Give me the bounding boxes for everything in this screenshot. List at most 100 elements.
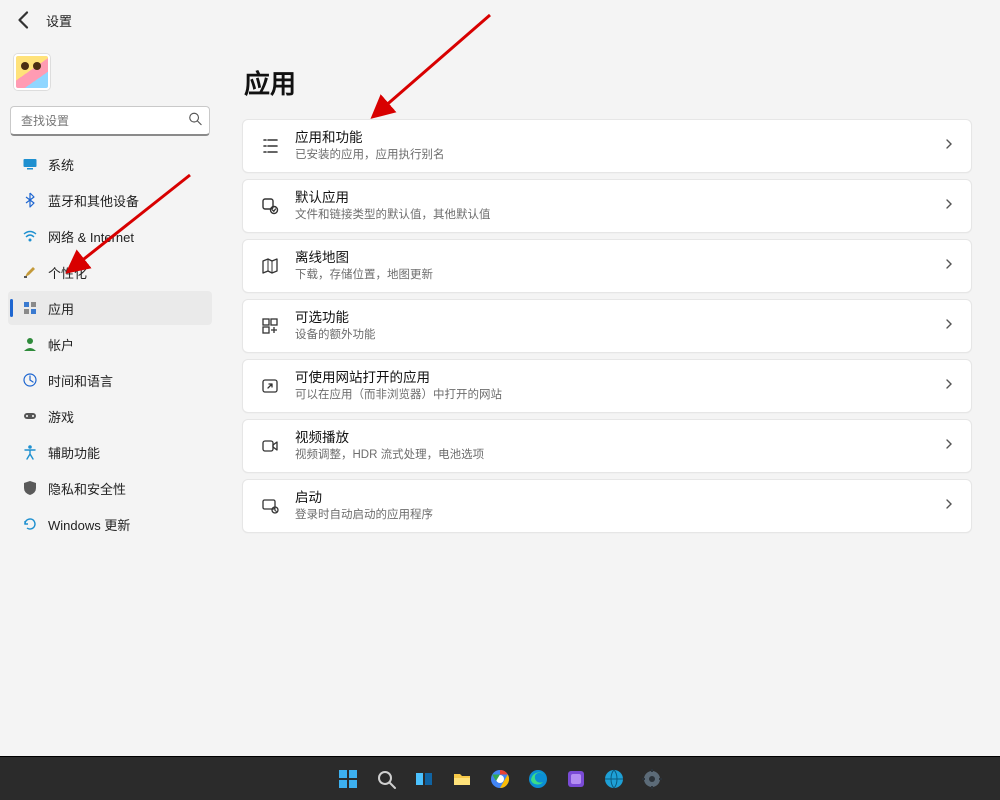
card-sub: 登录时自动启动的应用程序 <box>295 507 943 523</box>
card-apps-websites[interactable]: 可使用网站打开的应用 可以在应用（而非浏览器）中打开的网站 <box>242 359 972 413</box>
sidebar-item-label: 隐私和安全性 <box>48 479 126 498</box>
bluetooth-icon <box>22 192 38 208</box>
sidebar-item-gaming[interactable]: 游戏 <box>8 399 212 433</box>
body: 系统 蓝牙和其他设备 网络 & Internet <box>0 40 1000 800</box>
chevron-right-icon <box>943 197 955 215</box>
card-title: 启动 <box>295 489 943 507</box>
sidebar-item-label: 游戏 <box>48 407 74 426</box>
globe-clock-icon <box>22 372 38 388</box>
taskbar-search[interactable] <box>370 763 402 795</box>
card-list: 应用和功能 已安装的应用，应用执行别名 默认应用 文件和链接类型的默认值，其他默… <box>242 119 972 533</box>
card-text: 默认应用 文件和链接类型的默认值，其他默认值 <box>295 189 943 223</box>
folder-icon <box>451 768 473 790</box>
sidebar-item-label: 应用 <box>48 299 74 318</box>
search-icon <box>188 112 202 131</box>
sidebar-item-network[interactable]: 网络 & Internet <box>8 219 212 253</box>
page-title: 应用 <box>244 64 972 101</box>
taskbar-explorer[interactable] <box>446 763 478 795</box>
card-sub: 下载，存储位置，地图更新 <box>295 267 943 283</box>
taskbar-taskview[interactable] <box>408 763 440 795</box>
sidebar-item-update[interactable]: Windows 更新 <box>8 507 212 541</box>
sidebar-item-accessibility[interactable]: 辅助功能 <box>8 435 212 469</box>
list-icon <box>259 135 281 157</box>
gamepad-icon <box>22 408 38 424</box>
video-icon <box>259 435 281 457</box>
card-title: 应用和功能 <box>295 129 943 147</box>
shield-icon <box>22 480 38 496</box>
display-icon <box>22 156 38 172</box>
globe-icon <box>603 768 625 790</box>
profile-block[interactable] <box>4 46 216 106</box>
sidebar-item-privacy[interactable]: 隐私和安全性 <box>8 471 212 505</box>
card-default-apps[interactable]: 默认应用 文件和链接类型的默认值，其他默认值 <box>242 179 972 233</box>
chevron-right-icon <box>943 257 955 275</box>
card-video-playback[interactable]: 视频播放 视频调整，HDR 流式处理，电池选项 <box>242 419 972 473</box>
arrow-left-icon <box>12 8 36 32</box>
apps-grid-icon <box>22 300 38 316</box>
sidebar-item-label: 个性化 <box>48 263 87 282</box>
taskbar-app-globe[interactable] <box>598 763 630 795</box>
sidebar-item-label: 蓝牙和其他设备 <box>48 191 139 210</box>
chevron-right-icon <box>943 497 955 515</box>
card-text: 可使用网站打开的应用 可以在应用（而非浏览器）中打开的网站 <box>295 369 943 403</box>
gear-icon <box>641 768 663 790</box>
sidebar-item-label: 系统 <box>48 155 74 174</box>
card-text: 可选功能 设备的额外功能 <box>295 309 943 343</box>
sidebar-item-label: 网络 & Internet <box>48 227 134 246</box>
person-icon <box>22 336 38 352</box>
chrome-icon <box>489 768 511 790</box>
card-title: 视频播放 <box>295 429 943 447</box>
add-grid-icon <box>259 315 281 337</box>
card-sub: 文件和链接类型的默认值，其他默认值 <box>295 207 943 223</box>
card-text: 离线地图 下载，存储位置，地图更新 <box>295 249 943 283</box>
card-sub: 设备的额外功能 <box>295 327 943 343</box>
search-icon <box>375 768 397 790</box>
refresh-icon <box>22 516 38 532</box>
taskbar-settings[interactable] <box>636 763 668 795</box>
sidebar-item-apps[interactable]: 应用 <box>8 291 212 325</box>
chevron-right-icon <box>943 437 955 455</box>
sidebar-item-label: 帐户 <box>48 335 74 354</box>
taskbar-edge[interactable] <box>522 763 554 795</box>
card-sub: 可以在应用（而非浏览器）中打开的网站 <box>295 387 943 403</box>
card-title: 可选功能 <box>295 309 943 327</box>
nav-list: 系统 蓝牙和其他设备 网络 & Internet <box>4 146 216 542</box>
taskview-icon <box>413 768 435 790</box>
back-button[interactable] <box>12 8 36 32</box>
avatar-icon <box>14 54 50 90</box>
taskbar-chrome[interactable] <box>484 763 516 795</box>
sidebar-item-bluetooth[interactable]: 蓝牙和其他设备 <box>8 183 212 217</box>
card-startup[interactable]: 启动 登录时自动启动的应用程序 <box>242 479 972 533</box>
paintbrush-icon <box>22 264 38 280</box>
sidebar-item-label: 辅助功能 <box>48 443 100 462</box>
windows-icon <box>337 768 359 790</box>
sidebar: 系统 蓝牙和其他设备 网络 & Internet <box>0 40 220 800</box>
card-apps-features[interactable]: 应用和功能 已安装的应用，应用执行别名 <box>242 119 972 173</box>
sidebar-item-label: 时间和语言 <box>48 371 113 390</box>
card-title: 可使用网站打开的应用 <box>295 369 943 387</box>
chevron-right-icon <box>943 377 955 395</box>
taskbar <box>0 756 1000 800</box>
sidebar-item-personalize[interactable]: 个性化 <box>8 255 212 289</box>
sidebar-item-accounts[interactable]: 帐户 <box>8 327 212 361</box>
sidebar-item-time-lang[interactable]: 时间和语言 <box>8 363 212 397</box>
card-optional[interactable]: 可选功能 设备的额外功能 <box>242 299 972 353</box>
search-wrap <box>10 106 210 136</box>
taskbar-start[interactable] <box>332 763 364 795</box>
edge-icon <box>527 768 549 790</box>
chevron-right-icon <box>943 317 955 335</box>
card-sub: 已安装的应用，应用执行别名 <box>295 147 943 163</box>
app-icon <box>565 768 587 790</box>
default-apps-icon <box>259 195 281 217</box>
main: 应用 应用和功能 已安装的应用，应用执行别名 <box>220 40 1000 800</box>
card-sub: 视频调整，HDR 流式处理，电池选项 <box>295 447 943 463</box>
card-text: 视频播放 视频调整，HDR 流式处理，电池选项 <box>295 429 943 463</box>
card-text: 应用和功能 已安装的应用，应用执行别名 <box>295 129 943 163</box>
sidebar-item-system[interactable]: 系统 <box>8 147 212 181</box>
accessibility-icon <box>22 444 38 460</box>
card-title: 离线地图 <box>295 249 943 267</box>
taskbar-app-purple[interactable] <box>560 763 592 795</box>
open-external-icon <box>259 375 281 397</box>
search-input[interactable] <box>10 106 210 136</box>
card-offline-maps[interactable]: 离线地图 下载，存储位置，地图更新 <box>242 239 972 293</box>
